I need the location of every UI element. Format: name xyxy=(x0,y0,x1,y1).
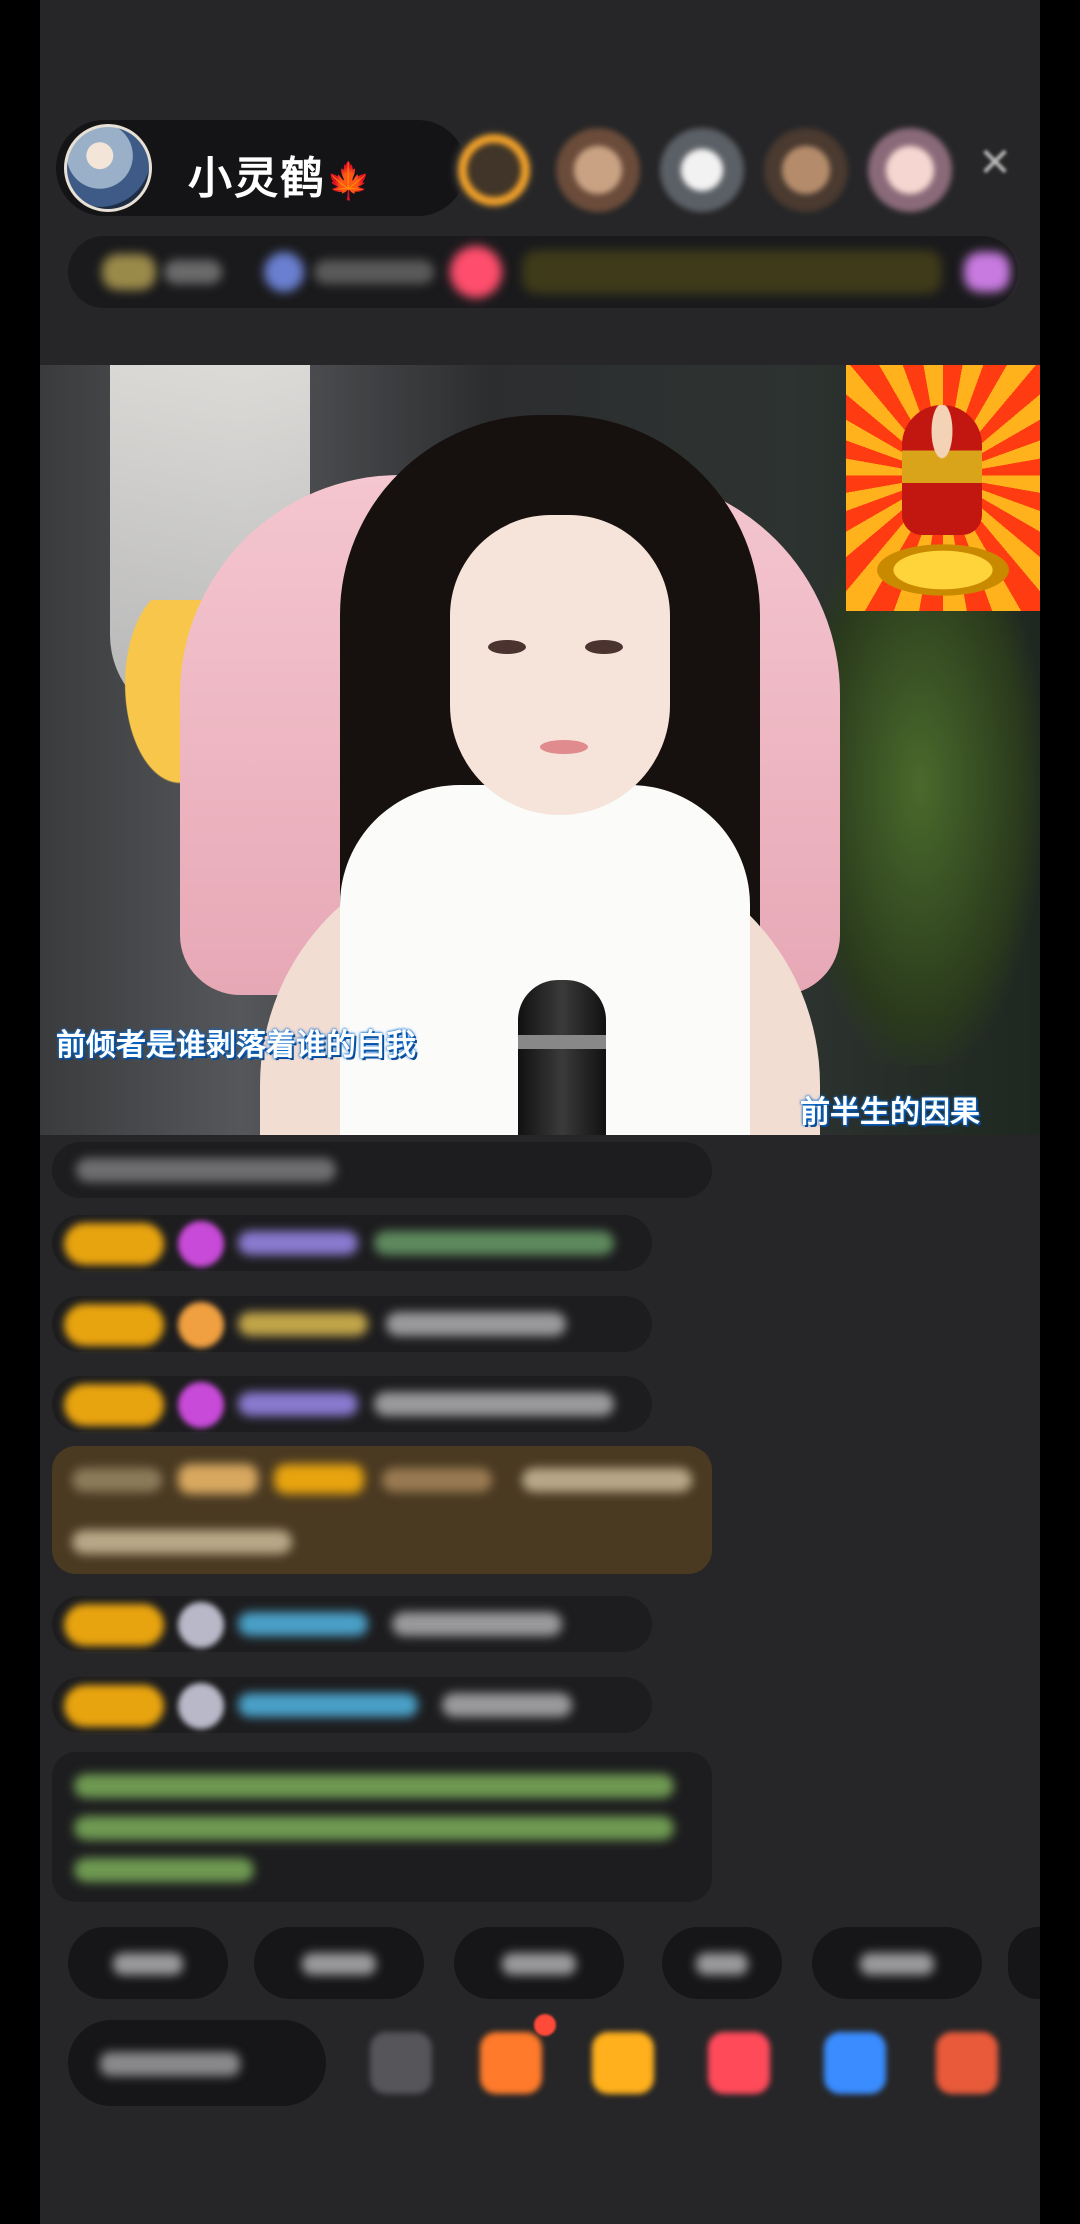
chat-message[interactable] xyxy=(52,1596,652,1652)
notice-text-line xyxy=(74,1816,674,1840)
rank-icon xyxy=(102,254,156,290)
chat-username xyxy=(238,1312,368,1336)
chat-username xyxy=(382,1468,492,1492)
microphone-band xyxy=(518,1035,606,1049)
chat-input[interactable] xyxy=(68,2020,326,2106)
host-name-text: 小灵鹤 xyxy=(188,153,326,204)
quick-reply-chip[interactable] xyxy=(254,1927,424,1999)
shop-icon[interactable] xyxy=(480,2032,542,2094)
quick-reply-chip[interactable] xyxy=(454,1927,624,1999)
chat-message-text xyxy=(392,1612,562,1636)
chat-username xyxy=(238,1693,418,1717)
chat-badge xyxy=(178,1464,258,1494)
notification-dot xyxy=(534,2014,556,2036)
rank-badge-row[interactable] xyxy=(68,236,1018,308)
host-name: 小灵鹤🍁 xyxy=(188,142,373,206)
diamond-icon xyxy=(178,1382,224,1428)
rank-text xyxy=(164,260,222,284)
rank-text xyxy=(314,260,434,284)
gold-ingot xyxy=(866,540,1020,600)
chat-message[interactable] xyxy=(52,1142,712,1198)
gift-icon xyxy=(964,252,1010,292)
lyrics-line-left: 前倾者是谁剥落着谁的自我 xyxy=(56,1028,416,1063)
viewer-avatar[interactable] xyxy=(556,128,640,212)
wealth-god-sticker[interactable] xyxy=(846,365,1040,611)
chat-message[interactable] xyxy=(52,1677,652,1733)
streamer-eye xyxy=(488,640,526,654)
chat-message-text xyxy=(386,1312,566,1336)
gift-box-icon[interactable] xyxy=(592,2032,654,2094)
quick-reply-chip[interactable] xyxy=(662,1927,782,1999)
viewer-avatar[interactable] xyxy=(660,128,744,212)
live-stream-screen: 小灵鹤🍁 ✕ 前倾者是谁剥落着谁的自我 前半生的因果 xyxy=(40,0,1040,2224)
streamer-face xyxy=(450,515,670,815)
close-icon[interactable]: ✕ xyxy=(974,142,1016,184)
chat-username xyxy=(238,1612,368,1636)
rank-icon xyxy=(264,252,304,292)
viewer-avatar[interactable] xyxy=(764,128,848,212)
notice-text-line xyxy=(74,1858,254,1882)
user-level-badge xyxy=(64,1604,164,1646)
more-icon[interactable] xyxy=(936,2032,998,2094)
hot-icon xyxy=(450,246,502,298)
host-avatar[interactable] xyxy=(64,124,152,212)
chat-message-text xyxy=(442,1693,572,1717)
maple-leaf-icon: 🍁 xyxy=(326,161,373,202)
lyrics-line-right: 前半生的因果 xyxy=(800,1095,980,1130)
quick-reply-chip[interactable] xyxy=(68,1927,228,1999)
chat-message-text xyxy=(76,1158,336,1182)
system-notice xyxy=(52,1752,712,1902)
red-packet-icon[interactable] xyxy=(708,2032,770,2094)
microphone xyxy=(518,980,606,1135)
wealth-god-figure xyxy=(902,405,982,535)
chat-message[interactable] xyxy=(52,1376,652,1432)
user-level-badge xyxy=(64,1384,164,1426)
fan-badge-icon xyxy=(178,1302,224,1348)
viewer-avatar[interactable] xyxy=(868,128,952,212)
diamond-icon xyxy=(178,1221,224,1267)
chat-message[interactable] xyxy=(52,1215,652,1271)
chat-username xyxy=(238,1392,358,1416)
quick-reply-chip[interactable] xyxy=(1008,1927,1040,1999)
chat-message-text xyxy=(374,1231,614,1255)
user-avatar-icon xyxy=(178,1602,224,1648)
viewer-avatar[interactable] xyxy=(452,128,536,212)
quick-reply-chip[interactable] xyxy=(812,1927,982,1999)
chat-message-text xyxy=(72,1530,292,1554)
game-icon[interactable] xyxy=(824,2032,886,2094)
chat-gift-message[interactable] xyxy=(52,1446,712,1574)
notice-text-line xyxy=(74,1774,674,1798)
host-info-pill[interactable]: 小灵鹤🍁 xyxy=(56,120,466,216)
chat-badge xyxy=(274,1464,364,1494)
fan-club-banner[interactable] xyxy=(522,250,942,294)
streamer-lips xyxy=(540,740,588,754)
live-video[interactable]: 前倾者是谁剥落着谁的自我 前半生的因果 xyxy=(40,365,1040,1135)
user-level-badge xyxy=(64,1685,164,1727)
emoji-icon[interactable] xyxy=(370,2032,432,2094)
streamer-eye xyxy=(585,640,623,654)
chat-badge xyxy=(72,1468,162,1492)
chat-username xyxy=(238,1231,358,1255)
user-level-badge xyxy=(64,1223,164,1265)
chat-message-text xyxy=(522,1468,692,1492)
user-level-badge xyxy=(64,1304,164,1346)
chat-message-text xyxy=(374,1392,614,1416)
user-avatar-icon xyxy=(178,1683,224,1729)
chat-message[interactable] xyxy=(52,1296,652,1352)
